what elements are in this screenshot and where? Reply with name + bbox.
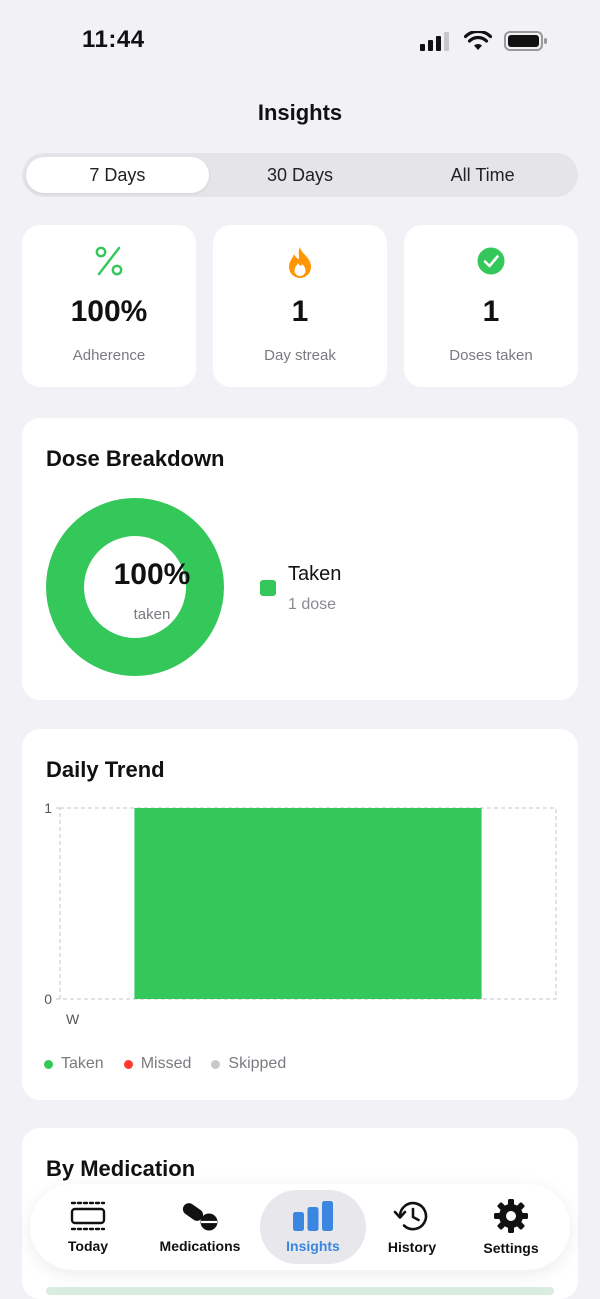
- adherence-value: 100%: [70, 295, 148, 328]
- status-bar: 11:44: [0, 0, 600, 80]
- tab-history[interactable]: History: [374, 1190, 450, 1264]
- segment-30-days[interactable]: 30 Days: [209, 157, 392, 193]
- legend-taken-count: 1 dose: [288, 596, 337, 613]
- status-time: 11:44: [82, 26, 145, 53]
- bottom-tab-bar: Today Medications Insights History Setti…: [30, 1184, 570, 1270]
- streak-card: 1 Day streak: [213, 225, 387, 387]
- daily-trend-chart: 0 1 W: [44, 800, 557, 1027]
- list-icon: [70, 1201, 106, 1231]
- missed-dot-icon: [123, 1059, 133, 1069]
- trend-legend-taken: Taken: [44, 1055, 104, 1073]
- donut-center-label: taken: [133, 606, 171, 623]
- y-tick-label: 0: [44, 991, 52, 1007]
- trend-bar: [134, 808, 482, 999]
- adherence-label: Adherence: [72, 347, 146, 364]
- trend-legend-missed-label: Missed: [140, 1055, 192, 1072]
- tab-insights[interactable]: Insights: [260, 1190, 366, 1264]
- gear-icon: [494, 1199, 528, 1233]
- trend-legend-taken-label: Taken: [61, 1055, 104, 1072]
- tab-settings-label: Settings: [483, 1240, 539, 1256]
- wifi-icon: [464, 31, 492, 50]
- y-tick-label: 1: [44, 800, 52, 816]
- donut-center-value: 100%: [113, 558, 191, 591]
- trend-legend: Taken Missed Skipped: [44, 1055, 286, 1073]
- bar-chart-icon: [293, 1201, 333, 1231]
- page-title: Insights: [257, 100, 343, 125]
- daily-trend-card: Daily Trend 01W Taken Missed Skipped: [22, 729, 578, 1100]
- flame-icon: [289, 247, 311, 278]
- dose-breakdown-title: Dose Breakdown: [46, 446, 225, 471]
- tab-history-label: History: [387, 1239, 437, 1255]
- medication-progress-bar: [46, 1287, 554, 1295]
- legend-taken-swatch: [260, 580, 276, 596]
- segment-7-days[interactable]: 7 Days: [26, 157, 209, 193]
- trend-legend-skipped: Skipped: [211, 1055, 286, 1073]
- trend-legend-skipped-label: Skipped: [228, 1055, 287, 1072]
- time-range-segmented-control: 7 Days 30 Days All Time: [22, 153, 578, 197]
- legend-taken-label: Taken: [288, 563, 342, 585]
- skipped-dot-icon: [211, 1059, 221, 1069]
- streak-value: 1: [291, 295, 309, 328]
- streak-label: Day streak: [264, 347, 336, 364]
- adherence-card: 100% Adherence: [22, 225, 196, 387]
- pills-icon: [182, 1203, 218, 1231]
- x-tick-label: W: [66, 1011, 80, 1027]
- trend-legend-missed: Missed: [123, 1055, 192, 1073]
- doses-taken-card: 1 Doses taken: [404, 225, 578, 387]
- percent-icon: [95, 246, 123, 276]
- battery-icon: [504, 31, 547, 51]
- tab-today-label: Today: [67, 1238, 109, 1254]
- doses-taken-label: Doses taken: [449, 347, 533, 364]
- doses-taken-value: 1: [482, 295, 500, 328]
- cellular-signal-icon: [420, 32, 449, 51]
- tab-settings[interactable]: Settings: [470, 1190, 552, 1264]
- tab-today[interactable]: Today: [48, 1190, 128, 1264]
- by-medication-title: By Medication: [46, 1156, 196, 1181]
- status-icons: [420, 30, 548, 52]
- history-icon: [393, 1201, 428, 1231]
- segment-all-time[interactable]: All Time: [391, 157, 574, 193]
- checkmark-circle-icon: [477, 247, 505, 275]
- taken-dot-icon: [44, 1059, 53, 1069]
- tab-medications-label: Medications: [159, 1238, 241, 1254]
- tab-medications[interactable]: Medications: [152, 1190, 248, 1264]
- tab-insights-label: Insights: [286, 1238, 340, 1254]
- dose-breakdown-card: Dose Breakdown 100% taken Taken 1 dose: [22, 418, 578, 700]
